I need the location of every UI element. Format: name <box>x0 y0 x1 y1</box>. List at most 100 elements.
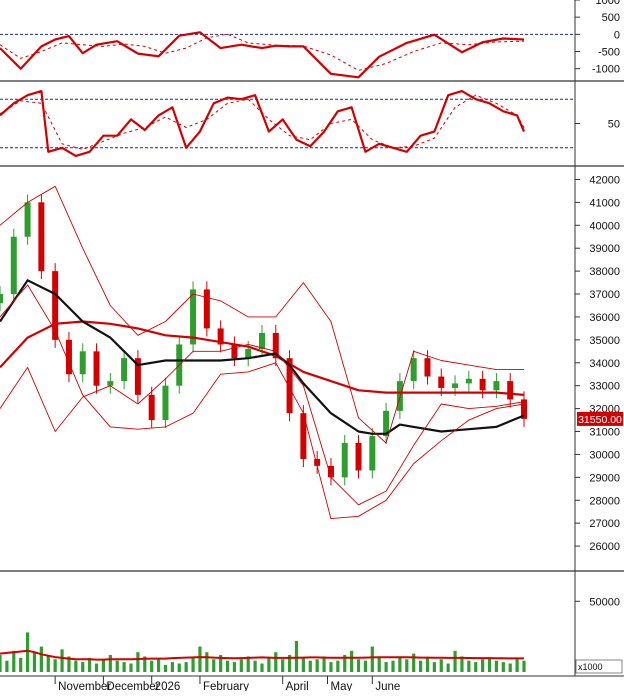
candle-body <box>465 378 472 384</box>
volume-bar <box>281 659 285 672</box>
candle-body <box>10 236 17 295</box>
y-tick-label: 29000 <box>589 472 620 484</box>
y-tick-label: 30000 <box>589 449 620 461</box>
volume-bar <box>439 659 443 672</box>
x-tick-label: 2026 <box>155 681 181 691</box>
volume-bar <box>274 652 278 672</box>
y-tick-label: 50000 <box>589 596 620 608</box>
volume-bar <box>522 660 526 672</box>
x-tick-label: February <box>203 681 249 691</box>
volume-bar <box>363 660 368 672</box>
candle-body <box>507 381 514 400</box>
volume-bar <box>356 659 361 672</box>
volume-bar <box>384 662 388 672</box>
volume-bar <box>25 632 30 672</box>
volume-bar <box>515 659 519 672</box>
y-tick-label: 36000 <box>589 312 620 324</box>
series-line-band <box>0 343 525 506</box>
y-axes: 1000 500 0 -500 -1000 50 42000 41000 40000 39000 3… <box>575 0 623 674</box>
stock-chart: 1000 500 0 -500 -1000 50 42000 41000 40000 39000 3… <box>0 0 624 693</box>
candle-body <box>107 381 114 386</box>
y-tick-label: 39000 <box>589 243 620 255</box>
candle-body <box>479 378 486 391</box>
volume-bar <box>418 660 423 672</box>
y-tick-label: 28000 <box>589 495 620 507</box>
x-tick-label: April <box>286 681 309 691</box>
y-tick-label: 34000 <box>589 358 620 370</box>
candle-body <box>203 289 210 329</box>
volume-bar <box>184 662 188 672</box>
volume-bar <box>212 659 216 672</box>
volume-bar <box>170 662 174 672</box>
volume-bar <box>74 660 78 672</box>
volume-bar <box>508 663 512 672</box>
candle-body <box>410 358 417 382</box>
x-tick-label: May <box>331 681 353 691</box>
volume-bar <box>425 657 430 672</box>
price-candles <box>0 194 527 486</box>
volume-bar <box>405 659 409 672</box>
candle-body <box>93 351 100 386</box>
candle-body <box>24 202 31 237</box>
volume-bar <box>46 655 50 672</box>
volume-bar <box>329 662 333 672</box>
y-tick-label: -1000 <box>592 64 620 76</box>
volume-bar <box>205 652 209 672</box>
volume-bar <box>336 660 340 672</box>
volume-bar <box>232 662 237 672</box>
indicator-series <box>0 31 526 520</box>
series-line-ma-black <box>0 279 525 435</box>
candle-body <box>438 376 445 388</box>
volume-bar <box>150 660 154 672</box>
volume-bar <box>94 663 99 672</box>
panel-frames <box>0 0 624 677</box>
volume-bar <box>370 646 374 672</box>
y-tick-label: 40000 <box>589 220 620 232</box>
volume-bar <box>315 659 319 672</box>
volume-bar <box>412 653 416 672</box>
volume-bar <box>267 657 271 672</box>
volume-bar <box>301 657 305 672</box>
volume-bar <box>19 657 23 672</box>
volume-bar <box>53 659 57 672</box>
volume-bar <box>239 659 243 672</box>
y-tick-label: 38000 <box>589 266 620 278</box>
volume-bar <box>453 650 457 672</box>
candle-body <box>231 344 238 359</box>
y-tick-label: 50 <box>608 119 620 131</box>
candle-body <box>121 358 128 382</box>
volume-bar <box>308 660 312 672</box>
x-axis: NovemberDecember2026 February April May June <box>54 676 400 693</box>
series-line-solid <box>0 89 526 157</box>
volume-bar <box>191 657 195 672</box>
volume-bar <box>136 652 140 672</box>
volume-bar <box>294 640 299 672</box>
volume-bar <box>81 662 85 672</box>
candle-body <box>493 381 500 391</box>
y-tick-label: 42000 <box>589 174 620 186</box>
volume-bar <box>260 663 264 672</box>
volume-bar <box>129 663 133 672</box>
volume-unit-label: x1000 <box>578 662 603 672</box>
y-tick-label: -500 <box>598 47 620 59</box>
chart-canvas: 1000 500 0 -500 -1000 50 42000 41000 40000 39000 3… <box>0 0 624 693</box>
candle-body <box>162 385 169 421</box>
volume-bar <box>115 660 119 672</box>
volume-bars <box>0 632 526 672</box>
volume-bar <box>391 660 395 672</box>
volume-bar <box>5 660 9 672</box>
candle-body <box>355 442 362 471</box>
y-tick-label: 37000 <box>589 289 620 301</box>
volume-bar <box>322 656 326 672</box>
volume-bar <box>0 655 2 672</box>
volume-bar <box>177 663 181 672</box>
volume-bar <box>253 660 257 672</box>
volume-bar <box>39 646 43 672</box>
volume-bar <box>501 662 505 672</box>
y-tick-label: 35000 <box>589 335 620 347</box>
candle-body <box>452 383 459 388</box>
y-tick-label: 31000 <box>589 427 620 439</box>
candle-body <box>148 394 155 421</box>
y-tick-label: 0 <box>614 29 620 41</box>
series-line-solid <box>0 31 525 79</box>
